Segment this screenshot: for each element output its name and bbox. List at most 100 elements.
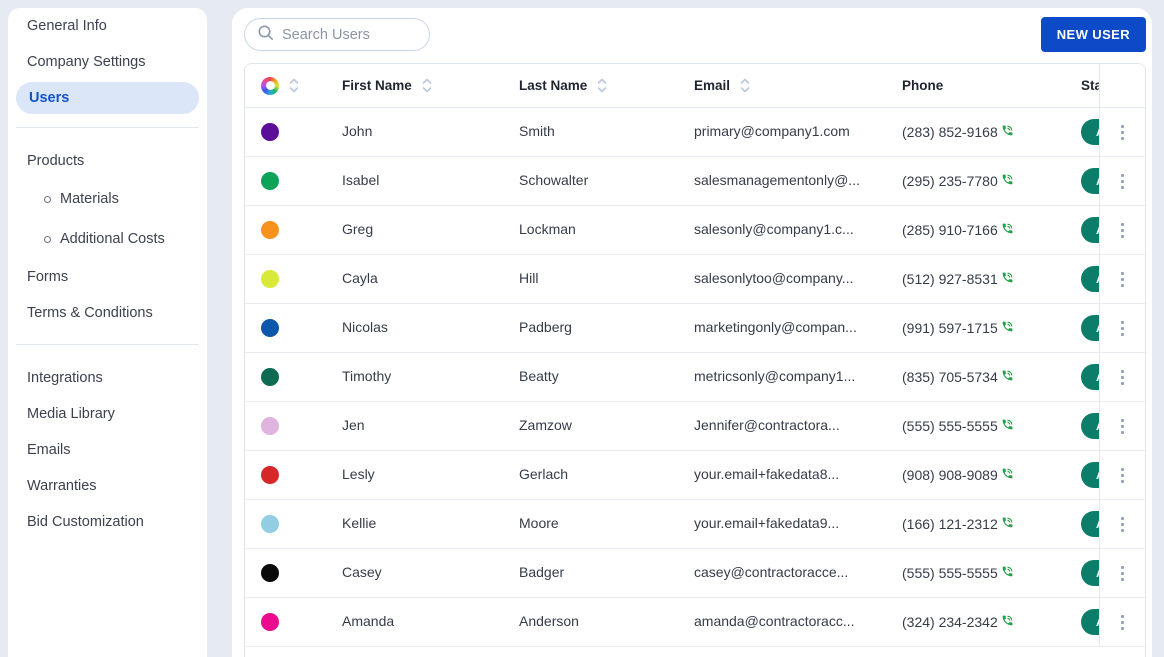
call-phone-icon[interactable] (1001, 614, 1014, 627)
color-wheel-icon (261, 76, 279, 95)
avatar-color-dot (261, 123, 279, 141)
sidebar-item-terms-conditions[interactable]: Terms & Conditions (8, 295, 207, 331)
avatar-cell (245, 172, 342, 190)
bullet-circle-icon (44, 195, 51, 203)
phone-text: (835) 705-5734 (902, 369, 998, 385)
actions-cell (1099, 157, 1145, 205)
row-menu-kebab-icon[interactable] (1117, 268, 1128, 291)
table-row: Jen Zamzow Jennifer@contractora... (555) 55… (245, 402, 1145, 451)
column-header-phone: Phone (902, 78, 1081, 93)
table-row: Amanda Anderson amanda@contractoracc... (32… (245, 598, 1145, 647)
sidebar-item-label: Users (29, 90, 70, 106)
call-phone-icon[interactable] (1001, 271, 1014, 284)
column-label: First Name (342, 78, 412, 93)
sidebar-subitem-materials[interactable]: Materials (8, 179, 207, 219)
search-input[interactable] (282, 26, 412, 43)
sidebar-item-label: Integrations (27, 370, 103, 386)
sidebar-subitem-additional-costs[interactable]: Additional Costs (8, 219, 207, 259)
actions-cell (1099, 549, 1145, 597)
sidebar-item-products[interactable]: Products (8, 143, 207, 179)
column-header-email[interactable]: Email (694, 77, 902, 94)
row-menu-kebab-icon[interactable] (1117, 170, 1128, 193)
sidebar-item-emails[interactable]: Emails (8, 432, 207, 468)
email-cell-text: salesmanagementonly@... (694, 172, 860, 188)
sidebar-item-label: Company Settings (27, 54, 146, 70)
call-phone-icon[interactable] (1001, 320, 1014, 333)
sidebar-item-users[interactable]: Users (16, 82, 199, 114)
sidebar-item-media-library[interactable]: Media Library (8, 396, 207, 432)
call-phone-icon[interactable] (1001, 516, 1014, 529)
sidebar: General Info Company Settings Users Product… (8, 8, 207, 657)
new-user-button[interactable]: NEW USER (1040, 17, 1146, 52)
sidebar-item-forms[interactable]: Forms (8, 259, 207, 295)
call-phone-icon[interactable] (1001, 565, 1014, 578)
sort-chevrons-icon[interactable] (740, 77, 750, 94)
call-phone-icon[interactable] (1001, 222, 1014, 235)
table-header-row: First NameLast NameEmailPhoneStatus (245, 64, 1145, 108)
first-name-cell-text: Isabel (342, 172, 380, 188)
email-cell-text: your.email+fakedata9... (694, 515, 840, 531)
row-menu-kebab-icon[interactable] (1117, 366, 1128, 389)
last-name-cell-text: Padberg (519, 319, 572, 335)
row-menu-kebab-icon[interactable] (1117, 219, 1128, 242)
row-menu-kebab-icon[interactable] (1117, 415, 1128, 438)
actions-cell (1099, 353, 1145, 401)
call-phone-icon[interactable] (1001, 418, 1014, 431)
column-header-first-name[interactable]: First Name (342, 77, 519, 94)
first-name-cell-text: Greg (342, 221, 374, 237)
sidebar-item-bid-customization[interactable]: Bid Customization (8, 504, 207, 540)
avatar-cell (245, 515, 342, 533)
email-cell-text: Jennifer@contractora... (694, 417, 840, 433)
sidebar-item-warranties[interactable]: Warranties (8, 468, 207, 504)
last-name-cell-text: Anderson (519, 613, 579, 629)
first-name-cell: Nicolas (342, 319, 519, 337)
sidebar-item-label: General Info (27, 18, 107, 34)
avatar-cell (245, 564, 342, 582)
email-cell-text: amanda@contractoracc... (694, 613, 855, 629)
table-row: Kellie Moore your.email+fakedata9... (166) … (245, 500, 1145, 549)
first-name-cell: Amanda (342, 613, 519, 631)
column-header-last-name[interactable]: Last Name (519, 77, 694, 94)
sidebar-item-integrations[interactable]: Integrations (8, 360, 207, 396)
phone-cell: (555) 555-5555 (902, 418, 1081, 434)
column-label: Email (694, 78, 731, 93)
last-name-cell: Lockman (519, 221, 694, 239)
call-phone-icon[interactable] (1001, 173, 1014, 186)
phone-text: (991) 597-1715 (902, 320, 998, 336)
email-cell: salesonly@company1.c... (694, 221, 902, 239)
row-menu-kebab-icon[interactable] (1117, 513, 1128, 536)
sidebar-item-general-info[interactable]: General Info (8, 8, 207, 44)
last-name-cell: Zamzow (519, 417, 694, 435)
sidebar-item-company-settings[interactable]: Company Settings (8, 44, 207, 80)
column-header-avatar[interactable] (245, 76, 342, 95)
sidebar-item-label: Products (27, 153, 85, 169)
call-phone-icon[interactable] (1001, 467, 1014, 480)
sort-chevrons-icon[interactable] (422, 77, 432, 94)
sidebar-item-label: Forms (27, 269, 69, 285)
last-name-cell: Gerlach (519, 466, 694, 484)
last-name-cell: Schowalter (519, 172, 694, 190)
row-menu-kebab-icon[interactable] (1117, 317, 1128, 340)
last-name-cell-text: Schowalter (519, 172, 589, 188)
last-name-cell: Smith (519, 123, 694, 141)
avatar-color-dot (261, 466, 279, 484)
email-cell: your.email+fakedata9... (694, 515, 902, 533)
column-label: Phone (902, 78, 944, 93)
actions-cell (1099, 598, 1145, 646)
row-menu-kebab-icon[interactable] (1117, 562, 1128, 585)
call-phone-icon[interactable] (1001, 369, 1014, 382)
search-box[interactable] (244, 18, 430, 51)
row-menu-kebab-icon[interactable] (1117, 464, 1128, 487)
first-name-cell-text: Amanda (342, 613, 395, 629)
row-menu-kebab-icon[interactable] (1117, 121, 1128, 144)
phone-text: (295) 235-7780 (902, 173, 998, 189)
search-icon (257, 24, 274, 46)
call-phone-icon[interactable] (1001, 124, 1014, 137)
row-menu-kebab-icon[interactable] (1117, 611, 1128, 634)
last-name-cell-text: Badger (519, 564, 565, 580)
email-cell-text: your.email+fakedata8... (694, 466, 840, 482)
table-row: Casey Badger casey@contractoracce... (555) … (245, 549, 1145, 598)
sort-chevrons-icon[interactable] (597, 77, 607, 94)
phone-text: (908) 908-9089 (902, 467, 998, 483)
sort-chevrons-icon[interactable] (289, 77, 299, 94)
